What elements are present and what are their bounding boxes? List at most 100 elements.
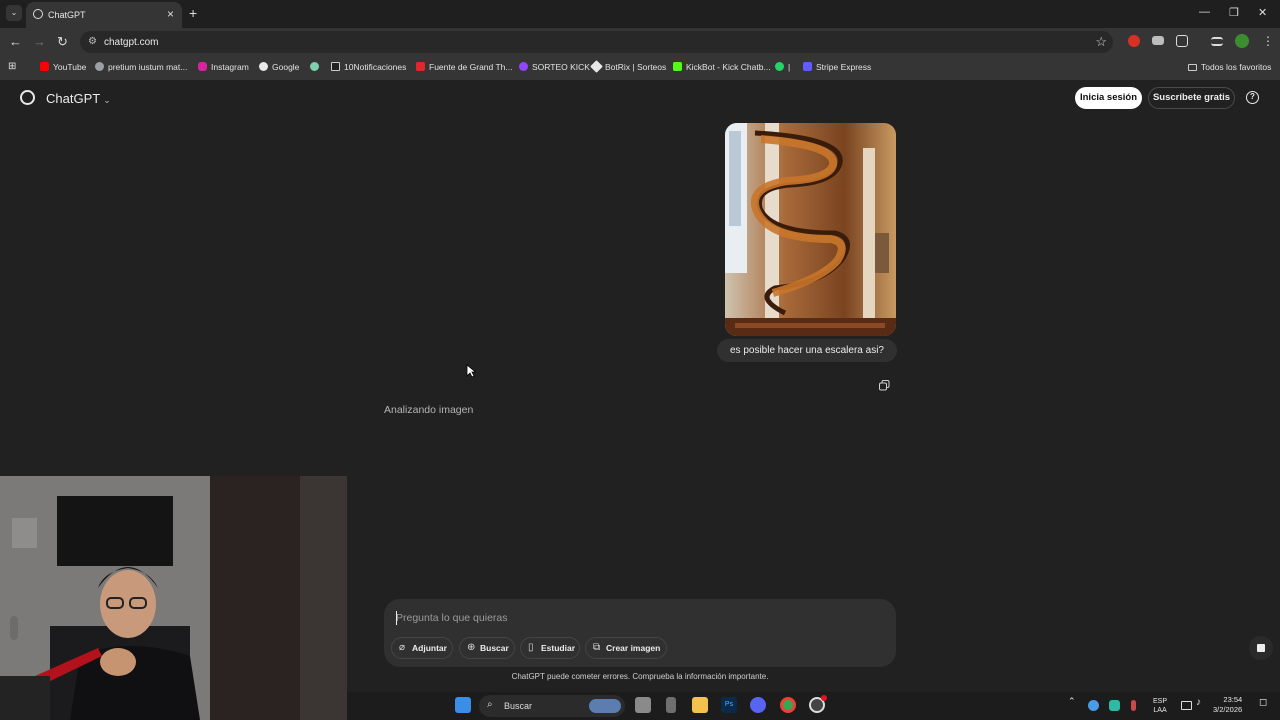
bookmark-pretium[interactable]: pretium iustum mat... xyxy=(95,62,187,72)
tab-search-button[interactable]: ⌄ xyxy=(6,5,22,21)
forward-button[interactable]: → xyxy=(33,34,46,49)
url-text: chatgpt.com xyxy=(104,37,159,48)
chevron-down-icon: ⌄ xyxy=(103,95,111,105)
stop-generating-button[interactable] xyxy=(1249,636,1273,660)
bookmark-kickbot[interactable]: KickBot - Kick Chatb... xyxy=(673,62,771,72)
user-message: es posible hacer una escalera asi? xyxy=(717,339,897,362)
copy-icon[interactable] xyxy=(879,380,890,391)
botrix-icon xyxy=(590,60,603,73)
bookmark-google[interactable]: Google xyxy=(259,62,299,72)
close-window-button[interactable]: ✕ xyxy=(1258,6,1267,19)
help-icon[interactable]: ? xyxy=(1246,91,1259,104)
microphone-icon[interactable] xyxy=(1131,700,1136,711)
bookmark-fuente-grand[interactable]: Fuente de Grand Th... xyxy=(416,62,512,72)
study-button[interactable]: ▯ Estudiar xyxy=(520,637,580,659)
notification-dot xyxy=(821,695,827,701)
bookmark-instagram[interactable]: Instagram xyxy=(198,62,249,72)
address-bar[interactable]: ⚙ chatgpt.com ☆ xyxy=(80,31,1113,53)
model-selector[interactable]: ChatGPT ⌄ xyxy=(46,91,111,106)
media-controls-icon[interactable] xyxy=(1211,37,1223,46)
taskbar: ⌕ Buscar Ps ⌃ ESP LAA ♪ 23:54 3/2/2026 ◻ xyxy=(347,692,1280,720)
staircase-photo xyxy=(725,123,896,336)
reload-button[interactable]: ↻ xyxy=(57,34,68,50)
search-button[interactable]: ⊕ Buscar xyxy=(459,637,515,659)
kick-icon xyxy=(519,62,528,71)
photoshop-icon[interactable]: Ps xyxy=(721,697,737,713)
profile-avatar[interactable] xyxy=(1235,34,1249,48)
mouse-cursor-icon xyxy=(466,364,476,378)
discord-icon[interactable] xyxy=(750,697,766,713)
bookmark-whatsapp[interactable]: | xyxy=(775,62,790,72)
network-icon[interactable] xyxy=(1181,701,1192,710)
task-view-icon[interactable] xyxy=(635,697,651,713)
close-tab-icon[interactable]: × xyxy=(167,7,174,21)
bookmark-sorteo-kick[interactable]: SORTEO KICK xyxy=(519,62,590,72)
assistant-status: Analizando imagen xyxy=(384,404,474,416)
whatsapp-icon xyxy=(775,62,784,71)
windows-start-icon[interactable] xyxy=(455,697,471,713)
tab-chatgpt[interactable]: ChatGPT × xyxy=(26,2,182,28)
composer: ⌀Adjuntar ⊕Buscar ▯Estudiar ⧉Crear image… xyxy=(384,599,1273,667)
notifications-icon[interactable]: ◻ xyxy=(1259,698,1267,708)
tray-expand-icon[interactable]: ⌃ xyxy=(1068,697,1076,706)
bookmark-star-icon[interactable]: ☆ xyxy=(1095,34,1107,50)
google-icon xyxy=(259,62,268,71)
chrome-icon[interactable] xyxy=(780,697,796,713)
file-explorer-icon[interactable] xyxy=(692,697,708,713)
bookmark-youtube[interactable]: YouTube xyxy=(40,62,86,72)
paperclip-icon: ⌀ xyxy=(399,642,406,653)
instagram-icon xyxy=(198,62,207,71)
prompt-input[interactable] xyxy=(396,609,836,627)
extension-card-icon[interactable] xyxy=(1152,36,1164,45)
system-clock[interactable]: 23:54 3/2/2026 xyxy=(1213,695,1242,715)
clock-date: 3/2/2026 xyxy=(1213,705,1243,714)
bookmark-pinwheel[interactable] xyxy=(310,62,323,72)
attach-button[interactable]: ⌀ Adjuntar xyxy=(391,637,453,659)
new-tab-button[interactable]: + xyxy=(189,5,197,21)
text-caret xyxy=(396,611,397,625)
site-info-icon[interactable]: ⚙ xyxy=(88,36,97,47)
bookmark-botrix[interactable]: BotRix | Sorteos xyxy=(590,60,666,73)
taskbar-search[interactable]: ⌕ Buscar xyxy=(479,695,625,717)
apps-grid-icon[interactable]: ⊞ xyxy=(8,61,16,72)
volume-icon[interactable]: ♪ xyxy=(1196,698,1201,708)
language-indicator[interactable]: ESP LAA xyxy=(1153,697,1167,715)
minimize-button[interactable]: — xyxy=(1199,6,1210,18)
folder-icon xyxy=(1188,64,1197,71)
app-title: ChatGPT xyxy=(46,91,101,106)
restore-button[interactable]: ❐ xyxy=(1229,6,1239,19)
book-icon: ▯ xyxy=(528,642,534,653)
security-icon[interactable] xyxy=(1109,700,1120,711)
pinwheel-icon xyxy=(310,62,319,71)
bookmarks-bar: ⊞ YouTube pretium iustum mat... Instagra… xyxy=(0,56,1280,80)
onedrive-icon[interactable] xyxy=(1088,700,1099,711)
tab-title: ChatGPT xyxy=(48,10,86,20)
x-logo-icon xyxy=(331,62,340,71)
attached-image[interactable] xyxy=(725,123,896,336)
app-icon[interactable] xyxy=(666,697,676,713)
kickbot-icon xyxy=(673,62,682,71)
login-button[interactable]: Inicia sesión xyxy=(1075,87,1142,109)
browser-toolbar: ← → ↻ ⚙ chatgpt.com ☆ ⋮ xyxy=(0,28,1280,56)
signup-button[interactable]: Suscríbete gratis xyxy=(1148,87,1235,109)
browser-menu-icon[interactable]: ⋮ xyxy=(1262,34,1274,48)
search-icon: ⌕ xyxy=(487,699,493,710)
chatgpt-favicon-icon xyxy=(33,9,43,19)
all-bookmarks-folder[interactable]: Todos los favoritos xyxy=(1188,62,1271,72)
extensions-puzzle-icon[interactable] xyxy=(1176,35,1188,47)
bookmark-stripe-express[interactable]: Stripe Express xyxy=(803,62,871,72)
globe-icon xyxy=(95,62,104,71)
browser-tab-strip: ⌄ ChatGPT × + — ❐ ✕ xyxy=(0,0,1280,28)
stripe-icon xyxy=(803,62,812,71)
search-highlight-icon xyxy=(589,699,621,713)
bookmark-10notificaciones[interactable]: 10Notificaciones xyxy=(331,62,406,72)
globe-icon: ⊕ xyxy=(467,642,476,653)
webcam-feed xyxy=(0,476,347,720)
create-image-button[interactable]: ⧉ Crear imagen xyxy=(585,637,667,659)
youtube-icon xyxy=(40,62,49,71)
extension-red-icon[interactable] xyxy=(1128,35,1140,47)
clock-time: 23:54 xyxy=(1223,695,1243,704)
openai-logo-icon xyxy=(20,90,35,105)
back-button[interactable]: ← xyxy=(9,34,22,49)
webcam-overlay xyxy=(0,476,347,720)
